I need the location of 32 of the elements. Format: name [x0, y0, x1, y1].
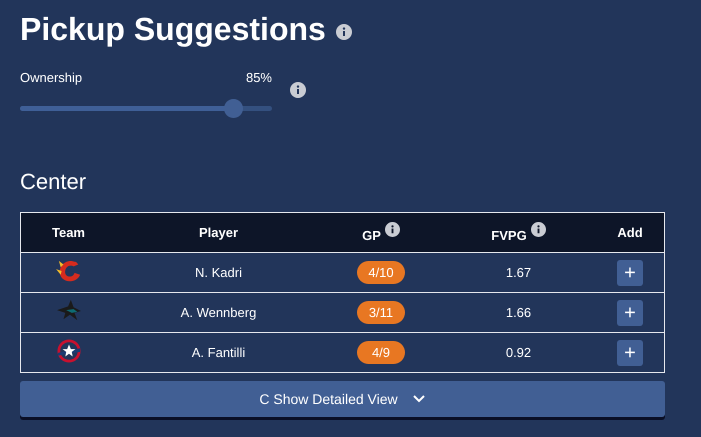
player-name: A. Wennberg — [180, 305, 256, 320]
star-logo-icon — [54, 339, 82, 363]
chevron-down-icon — [412, 394, 426, 404]
column-header: FVPG — [491, 228, 527, 243]
games-played-badge: 3/11 — [357, 301, 405, 324]
slider-label: Ownership — [20, 70, 82, 85]
fvpg-value: 1.66 — [506, 305, 532, 320]
column-header: Player — [198, 225, 238, 240]
add-button[interactable]: + — [617, 260, 643, 286]
info-icon[interactable] — [384, 222, 400, 237]
fvpg-value: 0.92 — [506, 345, 532, 360]
show-detailed-view-button[interactable]: C Show Detailed View — [20, 381, 665, 417]
player-name: N. Kadri — [195, 265, 242, 280]
column-header: Add — [617, 225, 643, 240]
ownership-slider[interactable] — [20, 98, 272, 119]
games-played-badge: 4/10 — [357, 261, 405, 284]
games-played-badge: 4/9 — [357, 341, 405, 364]
add-button[interactable]: + — [617, 340, 643, 366]
slider-thumb[interactable] — [224, 99, 244, 118]
shark-logo-icon — [54, 299, 82, 323]
info-icon[interactable] — [530, 222, 546, 237]
flame-logo-icon — [56, 259, 82, 283]
column-header: GP — [362, 228, 381, 243]
add-button[interactable]: + — [617, 300, 643, 326]
column-header: Team — [52, 225, 85, 240]
section-title: Center — [20, 168, 88, 196]
info-icon[interactable] — [290, 82, 306, 98]
player-name: A. Fantilli — [192, 345, 246, 360]
fvpg-value: 1.67 — [506, 265, 532, 280]
page-title: Pickup Suggestions — [20, 10, 326, 48]
slider-value: 85% — [246, 70, 272, 85]
info-icon[interactable] — [336, 24, 352, 40]
